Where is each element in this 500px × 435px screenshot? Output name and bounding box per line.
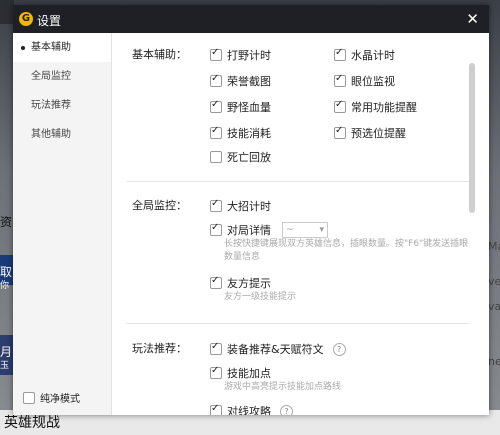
checkbox[interactable] — [210, 151, 222, 163]
option-label: 预选位提醒 — [351, 127, 406, 140]
checkbox[interactable] — [210, 365, 222, 379]
checkbox[interactable] — [334, 47, 346, 61]
checkbox[interactable] — [210, 222, 222, 236]
close-icon[interactable]: ✕ — [466, 10, 479, 28]
help-icon[interactable]: ? — [280, 404, 293, 415]
title-bar[interactable]: G 设置 ✕ — [13, 5, 489, 33]
option-label: 技能加点 — [227, 367, 271, 380]
dialog-title: 设置 — [37, 14, 62, 28]
checkbox[interactable] — [210, 125, 222, 139]
option-label: 装备推荐&天赋符文 — [227, 343, 324, 356]
option-crystal-timer[interactable]: 水晶计时 — [334, 47, 395, 63]
sidebar-item-other[interactable]: 其他辅助 — [13, 120, 111, 149]
settings-content: 基本辅助： 打野计时 水晶计时 荣誉截图 眼位监视 野怪血量 常用功能提醒 技能… — [112, 33, 477, 415]
help-icon[interactable]: ? — [332, 342, 346, 356]
checkbox[interactable] — [334, 73, 346, 87]
sidebar-item-label: 其他辅助 — [31, 129, 71, 140]
section-label-global: 全局监控： — [132, 199, 187, 212]
sidebar-item-label: 全局监控 — [31, 71, 71, 82]
bg-fragment: 资 — [0, 215, 13, 229]
checkbox[interactable] — [210, 73, 222, 87]
option-label: 大招计时 — [227, 200, 271, 213]
sidebar: 基本辅助 全局监控 玩法推荐 其他辅助 纯净模式 — [13, 33, 112, 415]
section-label-play: 玩法推荐： — [132, 342, 187, 355]
option-label: 荣誉截图 — [227, 75, 271, 88]
bg-bottom-text: 英雄规战 — [4, 415, 60, 431]
option-jungle-timer[interactable]: 打野计时 — [210, 47, 271, 63]
scrollbar-thumb[interactable] — [469, 63, 475, 213]
option-death-replay[interactable]: 死亡回放 — [210, 149, 271, 165]
pure-mode-checkbox[interactable] — [23, 391, 35, 404]
bg-fragment: ne — [488, 355, 500, 368]
bg-fragment: Ma — [488, 240, 500, 253]
hint-friend-tip: 友方一级技能提示 — [224, 292, 297, 302]
option-friend-tip[interactable]: 友方提示 — [210, 275, 271, 291]
checkbox[interactable] — [210, 403, 222, 415]
option-label: 对局详情 — [227, 224, 271, 237]
section-divider — [126, 181, 469, 182]
hotkey-select[interactable]: ~ ▾ — [282, 222, 328, 238]
bg-fragment: va — [488, 300, 500, 313]
sidebar-item-basic[interactable]: 基本辅助 — [13, 33, 111, 62]
option-monster-hp[interactable]: 野怪血量 — [210, 99, 271, 115]
option-label: 技能消耗 — [227, 127, 271, 140]
option-label: 对线攻略 — [227, 405, 271, 415]
checkbox[interactable] — [334, 99, 346, 113]
section-divider — [126, 323, 469, 324]
hint-match-detail: 长按快捷键展现双方英雄信息，插眼数量。按"F6"键发送插眼数量信息 — [224, 239, 469, 262]
option-match-detail[interactable]: 对局详情~▾ — [210, 222, 328, 238]
bg-top-stripe — [0, 0, 14, 24]
option-label: 眼位监视 — [351, 75, 395, 88]
option-ult-timer[interactable]: 大招计时 — [210, 198, 271, 214]
bg-fragment: 你 — [0, 281, 10, 291]
app-logo-icon: G — [19, 12, 33, 26]
bg-fragment: ve — [488, 275, 500, 288]
checkbox[interactable] — [210, 47, 222, 61]
checkbox[interactable] — [334, 125, 346, 139]
option-preselect-reminder[interactable]: 预选位提醒 — [334, 125, 406, 141]
pure-mode-label: 纯净模式 — [40, 394, 80, 405]
option-label: 水晶计时 — [351, 49, 395, 62]
option-label: 友方提示 — [227, 277, 271, 290]
option-lane-guide[interactable]: 对线攻略? — [210, 403, 293, 415]
option-label: 野怪血量 — [227, 101, 271, 114]
option-skill-cost[interactable]: 技能消耗 — [210, 125, 271, 141]
option-common-reminder[interactable]: 常用功能提醒 — [334, 99, 417, 115]
hint-skill-points: 游戏中高亮提示技能加点路线 — [224, 382, 342, 392]
sidebar-item-label: 基本辅助 — [31, 42, 71, 53]
option-label: 常用功能提醒 — [351, 101, 417, 114]
option-label: 打野计时 — [227, 49, 271, 62]
checkbox[interactable] — [210, 99, 222, 113]
settings-dialog: G 设置 ✕ 基本辅助 全局监控 玩法推荐 其他辅助 纯净模式 基本辅助： 打野… — [13, 5, 489, 415]
chevron-down-icon: ▾ — [319, 225, 324, 235]
sidebar-item-global[interactable]: 全局监控 — [13, 62, 111, 91]
pure-mode-toggle[interactable]: 纯净模式 — [23, 390, 80, 405]
option-item-rune[interactable]: 装备推荐&天赋符文? — [210, 341, 346, 357]
checkbox[interactable] — [210, 341, 222, 355]
checkbox[interactable] — [210, 275, 222, 289]
sidebar-item-play[interactable]: 玩法推荐 — [13, 91, 111, 120]
checkbox[interactable] — [210, 198, 222, 212]
option-honor-screenshot[interactable]: 荣誉截图 — [210, 73, 271, 89]
sidebar-item-label: 玩法推荐 — [31, 100, 71, 111]
option-ward-monitor[interactable]: 眼位监视 — [334, 73, 395, 89]
hotkey-select-value: ~ — [286, 225, 294, 235]
section-label-basic: 基本辅助： — [132, 48, 187, 61]
option-label: 死亡回放 — [227, 151, 271, 164]
bg-fragment: 玉 — [0, 361, 10, 371]
option-skill-points[interactable]: 技能加点 — [210, 365, 271, 381]
